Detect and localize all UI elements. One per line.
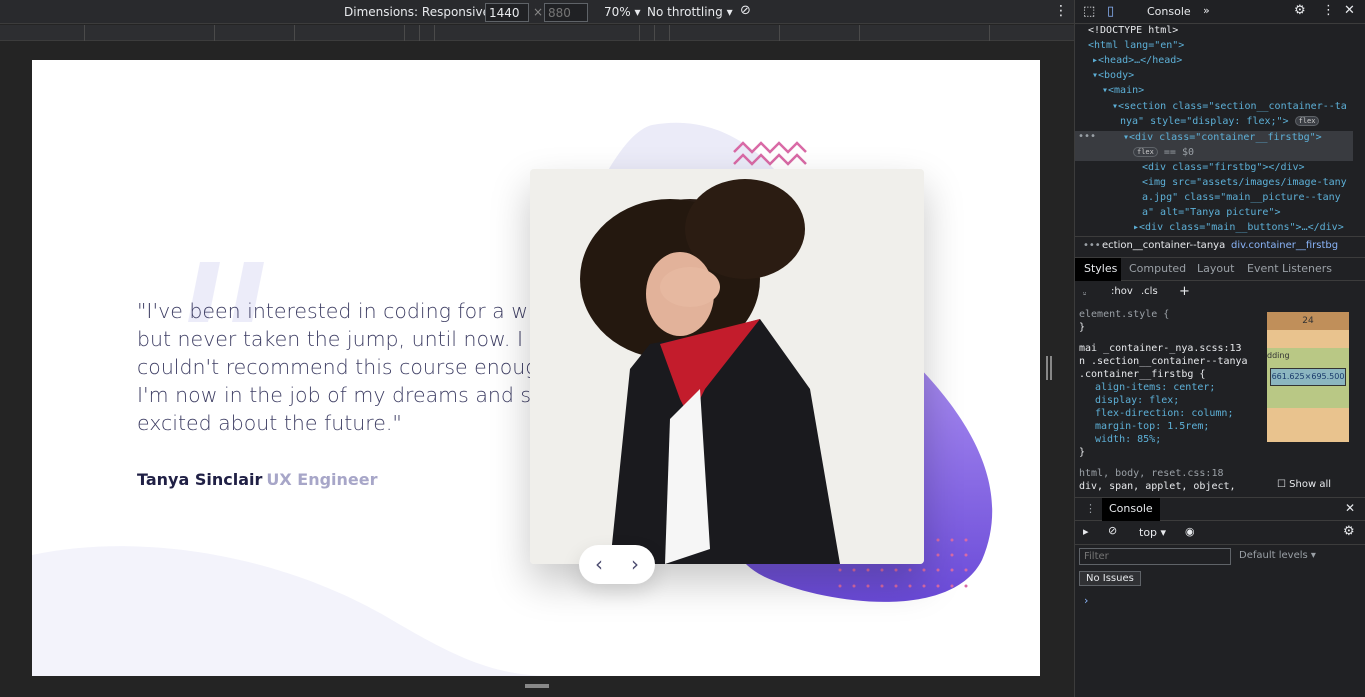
settings-icon[interactable]: ⚙ bbox=[1294, 3, 1306, 18]
clear-console-icon[interactable]: ⊘ bbox=[1108, 524, 1117, 537]
close-devtools-icon[interactable]: ✕ bbox=[1344, 3, 1355, 18]
show-all-checkbox[interactable]: ☐ Show all bbox=[1277, 479, 1331, 490]
testimonial-quote: "I've been interested in coding for a wh… bbox=[137, 299, 565, 435]
next-button[interactable]: › bbox=[625, 553, 645, 575]
rule-selector-2: .container__firstbg { bbox=[1079, 369, 1206, 380]
author-role: UX Engineer bbox=[266, 470, 378, 489]
media-query-ruler bbox=[0, 25, 1074, 41]
tab-console[interactable]: Console bbox=[1147, 5, 1191, 18]
decl-align-items[interactable]: align-items: center; bbox=[1079, 381, 1248, 394]
devtools-toolbar: ⬚ ▯ Console » ⚙ ⋮ ✕ bbox=[1075, 0, 1365, 24]
tree-img-2: a.jpg" class="main__picture--tany bbox=[1142, 192, 1341, 203]
profile-photo bbox=[530, 169, 924, 564]
width-input[interactable] bbox=[485, 3, 529, 22]
slider-nav: ‹ › bbox=[579, 545, 655, 584]
drawer-tabs: ⋮ Console ✕ bbox=[1075, 497, 1365, 521]
elements-tree: <!DOCTYPE html> <html lang="en"> ▸<head>… bbox=[1075, 24, 1353, 234]
height-input[interactable] bbox=[544, 3, 588, 22]
device-toolbar: Dimensions: Responsive ▾ × 70% ▾ No thro… bbox=[0, 0, 1074, 24]
sidebar-toggle-icon[interactable]: ▸ bbox=[1083, 525, 1089, 538]
decl-width[interactable]: width: 85%; bbox=[1079, 433, 1248, 446]
prev-button[interactable]: ‹ bbox=[589, 553, 609, 575]
element-style: element.style { bbox=[1079, 309, 1170, 320]
node-dots: ••• bbox=[1078, 131, 1097, 142]
drawer-menu-icon[interactable]: ⋮ bbox=[1085, 502, 1096, 515]
styles-tabs: Styles Computed Layout Event Listeners bbox=[1075, 257, 1365, 281]
decl-margin-top[interactable]: margin-top: 1.5rem; bbox=[1079, 420, 1248, 433]
tree-img[interactable]: <img src="assets/images/image-tany bbox=[1142, 177, 1347, 188]
tree-main[interactable]: ▾<main> bbox=[1102, 85, 1144, 96]
reset-rule[interactable]: html, body, reset.css:18 bbox=[1079, 467, 1248, 480]
portrait-illustration bbox=[530, 169, 924, 564]
log-levels-dropdown[interactable]: Default levels ▾ bbox=[1239, 550, 1316, 561]
add-rule-icon[interactable]: + bbox=[1179, 284, 1190, 299]
issues-button[interactable]: No Issues bbox=[1079, 571, 1141, 586]
tree-html[interactable]: <html lang="en"> bbox=[1088, 40, 1184, 51]
box-padding: dding 661.625×695.500 bbox=[1267, 348, 1349, 408]
hov-toggle[interactable]: :hov bbox=[1111, 286, 1133, 297]
tree-img-3: a" alt="Tanya picture"> bbox=[1142, 207, 1281, 218]
box-margin: 24 bbox=[1267, 312, 1349, 330]
brace: } bbox=[1079, 322, 1086, 333]
selected-badges: flex == $0 bbox=[1133, 147, 1194, 158]
dimensions-dropdown[interactable]: Dimensions: Responsive ▾ bbox=[344, 5, 500, 19]
author-line: Tanya Sinclair UX Engineer bbox=[137, 470, 378, 489]
breadcrumb-div[interactable]: div.container__firstbg bbox=[1231, 240, 1338, 251]
console-filter-input[interactable] bbox=[1079, 548, 1231, 565]
throttling-dropdown[interactable]: No throttling ▾ bbox=[647, 5, 733, 19]
devtools-menu-icon[interactable]: ⋮ bbox=[1322, 3, 1335, 18]
context-dropdown[interactable]: top ▾ bbox=[1139, 526, 1166, 539]
rule-selector: n .section__container--tanya bbox=[1079, 356, 1248, 367]
brace-close: } bbox=[1079, 447, 1086, 458]
selected-node[interactable]: ••• ▾<div class="container__firstbg"> fl… bbox=[1075, 131, 1353, 161]
selected-node-label: ▾<div class="container__firstbg"> bbox=[1123, 132, 1322, 143]
device-toggle-icon[interactable]: ▯ bbox=[1107, 4, 1114, 19]
breadcrumb: ••• ection__container--tanya div.contain… bbox=[1075, 236, 1365, 256]
tab-event-listeners[interactable]: Event Listeners bbox=[1247, 262, 1332, 275]
tree-body[interactable]: ▾<body> bbox=[1092, 70, 1134, 81]
close-drawer-icon[interactable]: ✕ bbox=[1345, 501, 1355, 515]
tab-computed[interactable]: Computed bbox=[1129, 262, 1186, 275]
tree-buttons[interactable]: ▸<div class="main__buttons">…</div> bbox=[1133, 222, 1344, 233]
decl-display[interactable]: display: flex; bbox=[1079, 394, 1248, 407]
decl-flex-direction[interactable]: flex-direction: column; bbox=[1079, 407, 1248, 420]
more-tabs-icon[interactable]: » bbox=[1203, 4, 1210, 17]
more-options-icon[interactable]: ⋮ bbox=[1054, 3, 1068, 19]
cls-toggle[interactable]: .cls bbox=[1141, 286, 1158, 297]
reset-selector: div, span, applet, object, bbox=[1079, 481, 1236, 492]
times-sign: × bbox=[533, 5, 544, 19]
breadcrumb-section[interactable]: ection__container--tanya bbox=[1102, 240, 1225, 251]
tab-styles[interactable]: Styles bbox=[1075, 258, 1121, 281]
tree-doctype[interactable]: <!DOCTYPE html> bbox=[1088, 25, 1178, 36]
bottom-resize-handle[interactable] bbox=[525, 684, 549, 688]
rotate-icon[interactable]: ⊘ bbox=[740, 3, 751, 18]
console-toolbar: ▸ ⊘ top ▾ ◉ ⚙ bbox=[1075, 521, 1365, 545]
console-settings-icon[interactable]: ⚙ bbox=[1343, 524, 1355, 539]
tree-head[interactable]: ▸<head>…</head> bbox=[1092, 55, 1182, 66]
author-name: Tanya Sinclair bbox=[137, 470, 263, 489]
inspect-icon[interactable]: ⬚ bbox=[1083, 4, 1095, 19]
viewport-resize-handle[interactable] bbox=[1046, 356, 1052, 380]
filter-styles-icon[interactable]: ⸚ bbox=[1083, 286, 1086, 300]
box-content-size: 661.625×695.500 bbox=[1270, 368, 1346, 386]
devtools-panel: ⬚ ▯ Console » ⚙ ⋮ ✕ <!DOCTYPE html> <htm… bbox=[1074, 0, 1365, 697]
live-expression-icon[interactable]: ◉ bbox=[1185, 525, 1195, 538]
tree-section[interactable]: ▾<section class="section__container--ta bbox=[1112, 101, 1347, 112]
styles-pane: ⸚ :hov .cls + element.style { } mai _con… bbox=[1075, 282, 1255, 492]
rule-source[interactable]: mai _container-_nya.scss:13 bbox=[1079, 342, 1248, 355]
tab-layout[interactable]: Layout bbox=[1197, 262, 1234, 275]
page-viewport: "I've been interested in coding for a wh… bbox=[32, 60, 1040, 676]
tree-section-cont: nya" style="display: flex;"> flex bbox=[1120, 116, 1320, 127]
zoom-dropdown[interactable]: 70% ▾ bbox=[604, 5, 641, 19]
drawer-tab-console[interactable]: Console bbox=[1102, 498, 1160, 521]
console-prompt-icon[interactable]: › bbox=[1084, 594, 1088, 607]
tree-firstbg[interactable]: <div class="firstbg"></div> bbox=[1142, 162, 1305, 173]
box-model: 24 dding 661.625×695.500 bbox=[1267, 312, 1349, 442]
